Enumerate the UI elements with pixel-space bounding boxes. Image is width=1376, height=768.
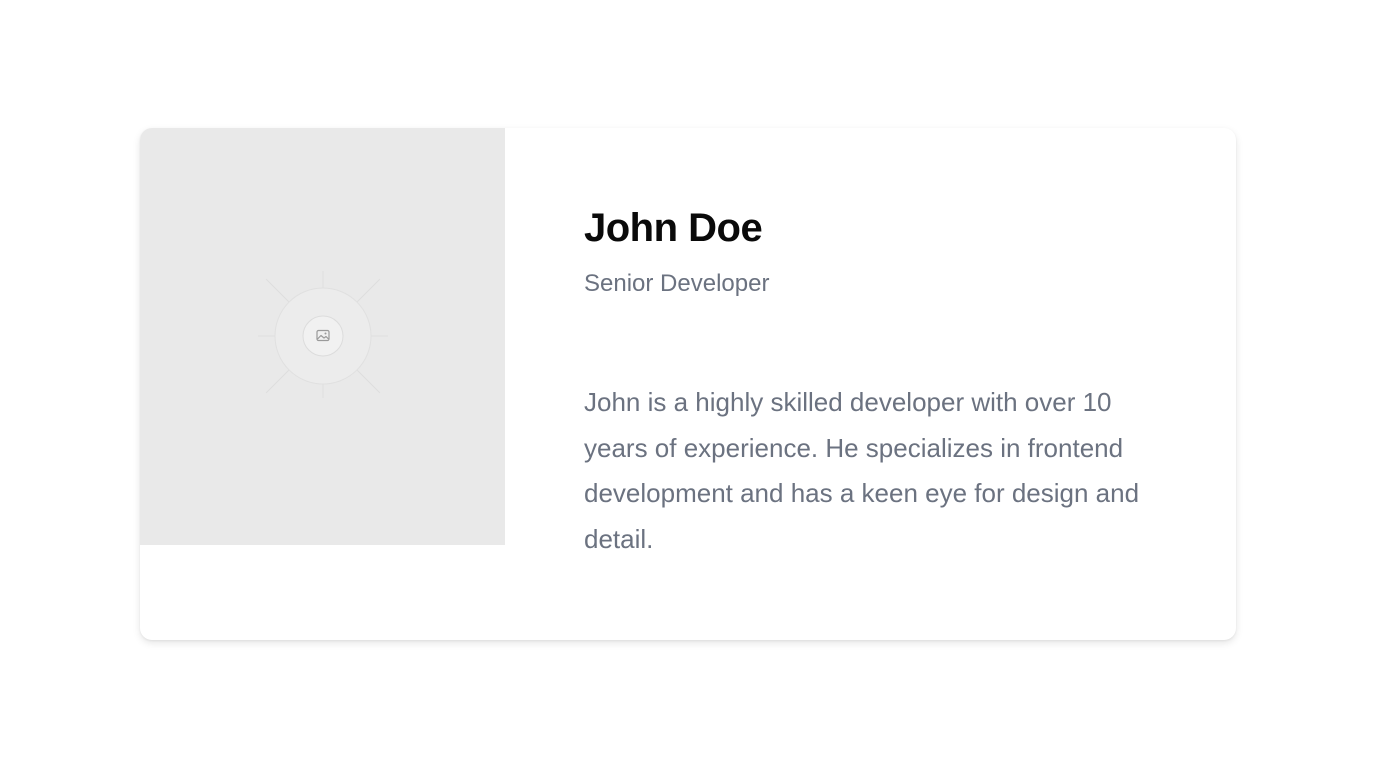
profile-photo-placeholder — [140, 128, 505, 545]
profile-bio: John is a highly skilled developer with … — [584, 387, 1140, 555]
profile-name: John Doe — [584, 206, 763, 250]
profile-card: John Doe Senior Developer John is a high… — [140, 128, 1236, 640]
image-placeholder-icon — [258, 271, 388, 398]
profile-role: Senior Developer — [584, 270, 770, 297]
